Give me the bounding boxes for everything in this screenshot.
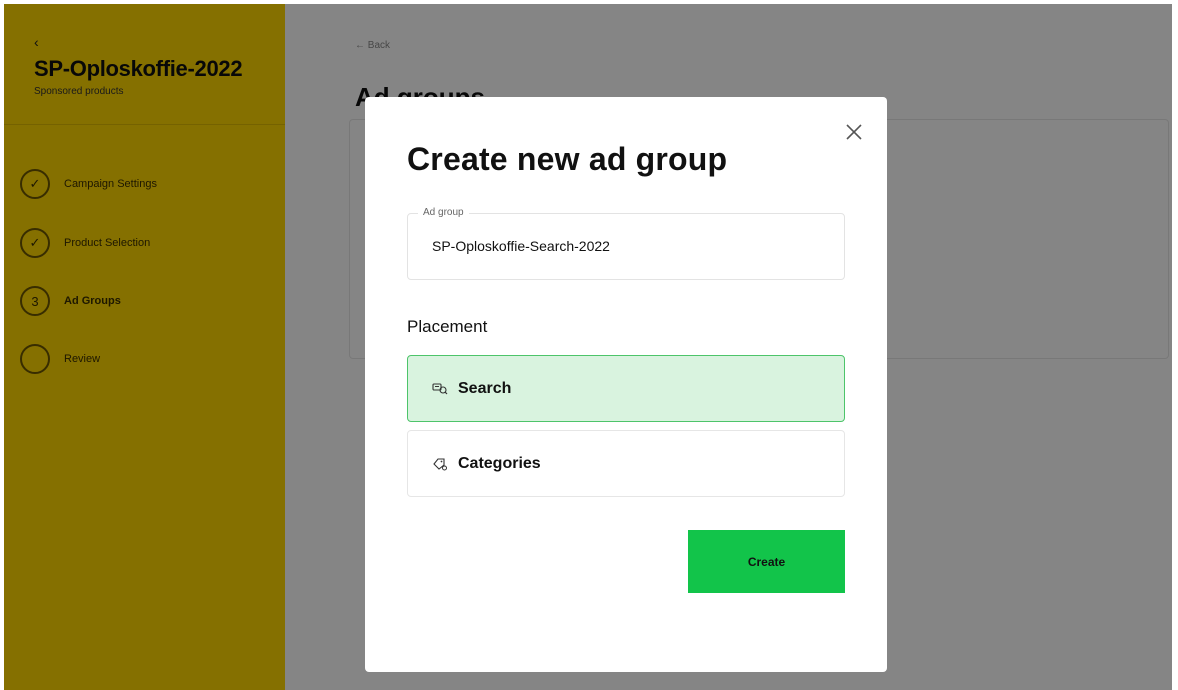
placement-option-search[interactable]: Search — [407, 355, 845, 422]
ad-group-field: Ad group — [407, 207, 845, 280]
placement-option-label: Categories — [458, 454, 541, 472]
placement-option-label: Search — [458, 379, 512, 397]
close-icon[interactable] — [843, 121, 865, 143]
placement-option-categories[interactable]: Categories — [407, 430, 845, 497]
dialog-title: Create new ad group — [407, 141, 728, 177]
create-button[interactable]: Create — [688, 530, 845, 593]
ad-group-name-input[interactable] — [432, 238, 832, 254]
ad-group-field-label: Ad group — [418, 207, 469, 218]
search-tag-icon — [432, 381, 450, 397]
placement-label: Placement — [407, 317, 488, 336]
category-tag-icon — [432, 456, 450, 472]
create-ad-group-dialog: Create new ad group Ad group Placement S… — [365, 97, 887, 672]
